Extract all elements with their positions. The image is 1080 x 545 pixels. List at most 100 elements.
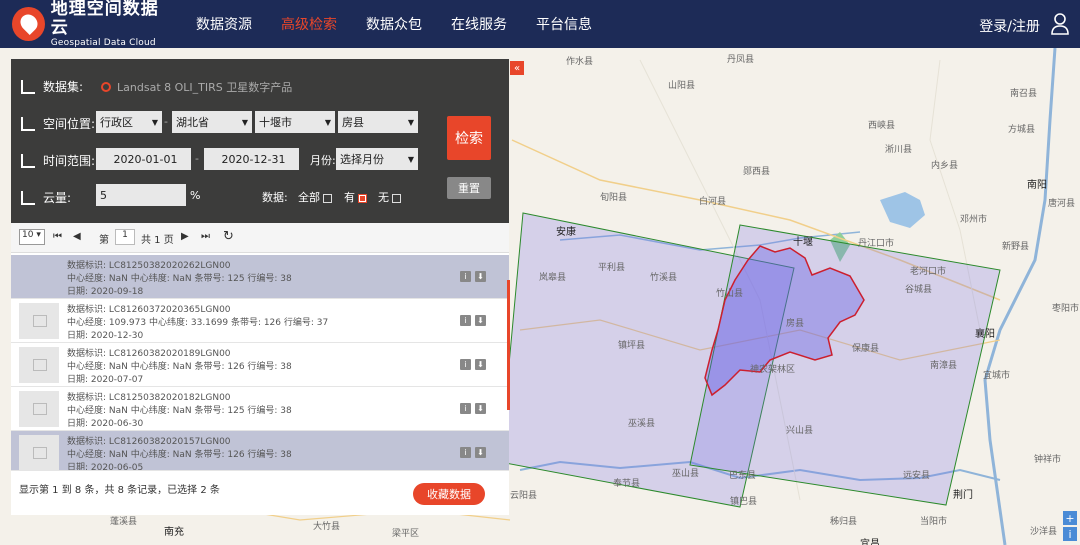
filter-all-option[interactable]: 全部: [298, 189, 332, 205]
list-item[interactable]: 数据标识: LC81250382020182LGN00 中心经度: NaN 中心纬…: [11, 387, 509, 431]
map-city: 十堰: [793, 237, 813, 248]
start-date-input[interactable]: 2020-01-01: [96, 148, 191, 170]
checkbox[interactable]: [392, 193, 401, 203]
province-select[interactable]: 湖北省 ▼: [172, 111, 252, 133]
reset-button[interactable]: 重置: [447, 177, 491, 199]
results-panel: 10 ▾ ⏮ ◀ 第 1 共 1 页 ▶ ⏭ ↻ 数据标识: LC8125038…: [11, 223, 509, 515]
results-summary: 显示第 1 到 8 条，共 8 条记录，已选择 2 条: [19, 485, 220, 496]
list-item[interactable]: 数据标识: LC81260372020365LGN00 中心经度: 109.973…: [11, 299, 509, 343]
next-page-icon[interactable]: ▶: [181, 231, 189, 242]
data-filter-label: 数据:: [262, 191, 288, 204]
cloud-input[interactable]: 5: [96, 184, 186, 206]
list-scrollbar[interactable]: [507, 280, 510, 410]
image-placeholder-icon: [19, 435, 59, 470]
checkbox-checked[interactable]: [358, 193, 367, 203]
map-label: 岚皋县: [539, 273, 567, 283]
map-label: 郧西县: [743, 167, 771, 177]
chevron-down-icon: ▼: [407, 154, 414, 164]
nav-data-crowdsourcing[interactable]: 数据众包: [366, 14, 422, 34]
image-placeholder-icon: [19, 347, 59, 383]
chevron-down-icon: ▼: [241, 117, 248, 127]
map-label: 新野县: [1002, 242, 1030, 252]
map-label: 谷城县: [905, 285, 933, 295]
collapse-panel-button[interactable]: «: [510, 61, 524, 75]
separator: -: [164, 115, 168, 128]
map-label: 南召县: [1010, 89, 1038, 99]
list-item[interactable]: 数据标识: LC81260382020189LGN00 中心经度: NaN 中心纬…: [11, 343, 509, 387]
info-button[interactable]: i: [1063, 527, 1077, 541]
image-placeholder-icon: [19, 303, 59, 339]
zoom-in-button[interactable]: +: [1063, 511, 1077, 525]
map-label: 房县: [786, 319, 805, 329]
logo-subtitle: Geospatial Data Cloud: [50, 37, 156, 48]
month-select[interactable]: 选择月份 ▼: [336, 148, 418, 170]
dataset-value[interactable]: Landsat 8 OLI_TIRS 卫星数字产品: [117, 79, 292, 95]
filter-yes-option[interactable]: 有: [344, 189, 367, 205]
info-icon[interactable]: i: [460, 403, 471, 414]
map-label: 神农架林区: [750, 365, 796, 375]
nav-advanced-search[interactable]: 高级检索: [281, 14, 337, 34]
download-icon[interactable]: ⬇: [475, 403, 486, 414]
nav-data-resources[interactable]: 数据资源: [196, 14, 252, 34]
map-label: 作水县: [566, 57, 594, 67]
collect-data-button[interactable]: 收藏数据: [413, 483, 485, 505]
page-number-input[interactable]: 1: [115, 229, 135, 245]
first-page-icon[interactable]: ⏮: [53, 231, 62, 242]
cloud-label: 云量:: [43, 191, 72, 205]
map-label: 远安县: [903, 471, 931, 481]
refresh-icon[interactable]: ↻: [223, 229, 234, 244]
download-icon[interactable]: ⬇: [475, 315, 486, 326]
info-icon[interactable]: i: [460, 271, 471, 282]
county-select[interactable]: 房县 ▼: [338, 111, 418, 133]
map-label: 丹江口市: [858, 239, 895, 249]
search-button[interactable]: 检索: [447, 116, 491, 160]
info-icon[interactable]: i: [460, 447, 471, 458]
logo-icon: [12, 7, 45, 41]
city-select[interactable]: 十堰市 ▼: [255, 111, 335, 133]
dataset-radio[interactable]: [101, 81, 112, 92]
top-navigation-bar: 地理空间数据云 Geospatial Data Cloud 数据资源 高级检索 …: [0, 0, 1080, 48]
page-size-select[interactable]: 10 ▾: [19, 229, 45, 245]
cloud-unit: %: [190, 189, 201, 202]
search-panel: 数据集: Landsat 8 OLI_TIRS 卫星数字产品 空间位置: 行政区…: [11, 59, 509, 223]
map-city: 宜昌: [860, 539, 880, 545]
site-logo[interactable]: 地理空间数据云 Geospatial Data Cloud: [12, 0, 172, 49]
chevron-down-icon: ▼: [324, 117, 331, 127]
map-label: 当阳市: [920, 517, 948, 527]
end-date-input[interactable]: 2020-12-31: [204, 148, 299, 170]
map-label: 奉节县: [613, 479, 641, 489]
nav-online-services[interactable]: 在线服务: [451, 14, 507, 34]
info-icon[interactable]: i: [460, 359, 471, 370]
list-item[interactable]: 数据标识: LC81260382020157LGN00 中心经度: NaN 中心纬…: [11, 431, 509, 471]
download-icon[interactable]: ⬇: [475, 447, 486, 458]
calendar-icon: [21, 153, 35, 168]
map-label: 方城县: [1008, 125, 1036, 135]
map-label: 西峡县: [868, 121, 896, 131]
download-icon[interactable]: ⬇: [475, 271, 486, 282]
map-label: 竹溪县: [650, 273, 678, 283]
download-icon[interactable]: ⬇: [475, 359, 486, 370]
map-city: 南充: [164, 527, 184, 538]
map-label: 老河口市: [910, 267, 947, 277]
user-icon[interactable]: [1050, 13, 1070, 35]
checkbox[interactable]: [323, 193, 332, 203]
location-type-select[interactable]: 行政区 ▼: [96, 111, 162, 133]
filter-no-option[interactable]: 无: [378, 189, 401, 205]
map-city: 南阳: [1027, 180, 1047, 191]
login-register-link[interactable]: 登录/注册: [979, 16, 1040, 36]
last-page-icon[interactable]: ⏭: [201, 231, 210, 242]
page-prefix: 第: [99, 235, 109, 246]
map-label: 梁平区: [392, 529, 420, 539]
prev-page-icon[interactable]: ◀: [73, 231, 81, 242]
map-label: 丹凤县: [727, 55, 755, 65]
map-label: 白河县: [699, 197, 727, 207]
map-label: 巫山县: [672, 469, 700, 479]
map-label: 山阳县: [668, 81, 696, 91]
list-item[interactable]: 数据标识: LC81250382020262LGN00 中心经度: NaN 中心纬…: [11, 255, 509, 299]
nav-platform-info[interactable]: 平台信息: [536, 14, 592, 34]
map-label: 镇巴县: [730, 497, 758, 507]
map-label: 邓州市: [960, 215, 988, 225]
info-icon[interactable]: i: [460, 315, 471, 326]
map-label: 大竹县: [313, 522, 341, 532]
image-placeholder-icon: [19, 391, 59, 427]
